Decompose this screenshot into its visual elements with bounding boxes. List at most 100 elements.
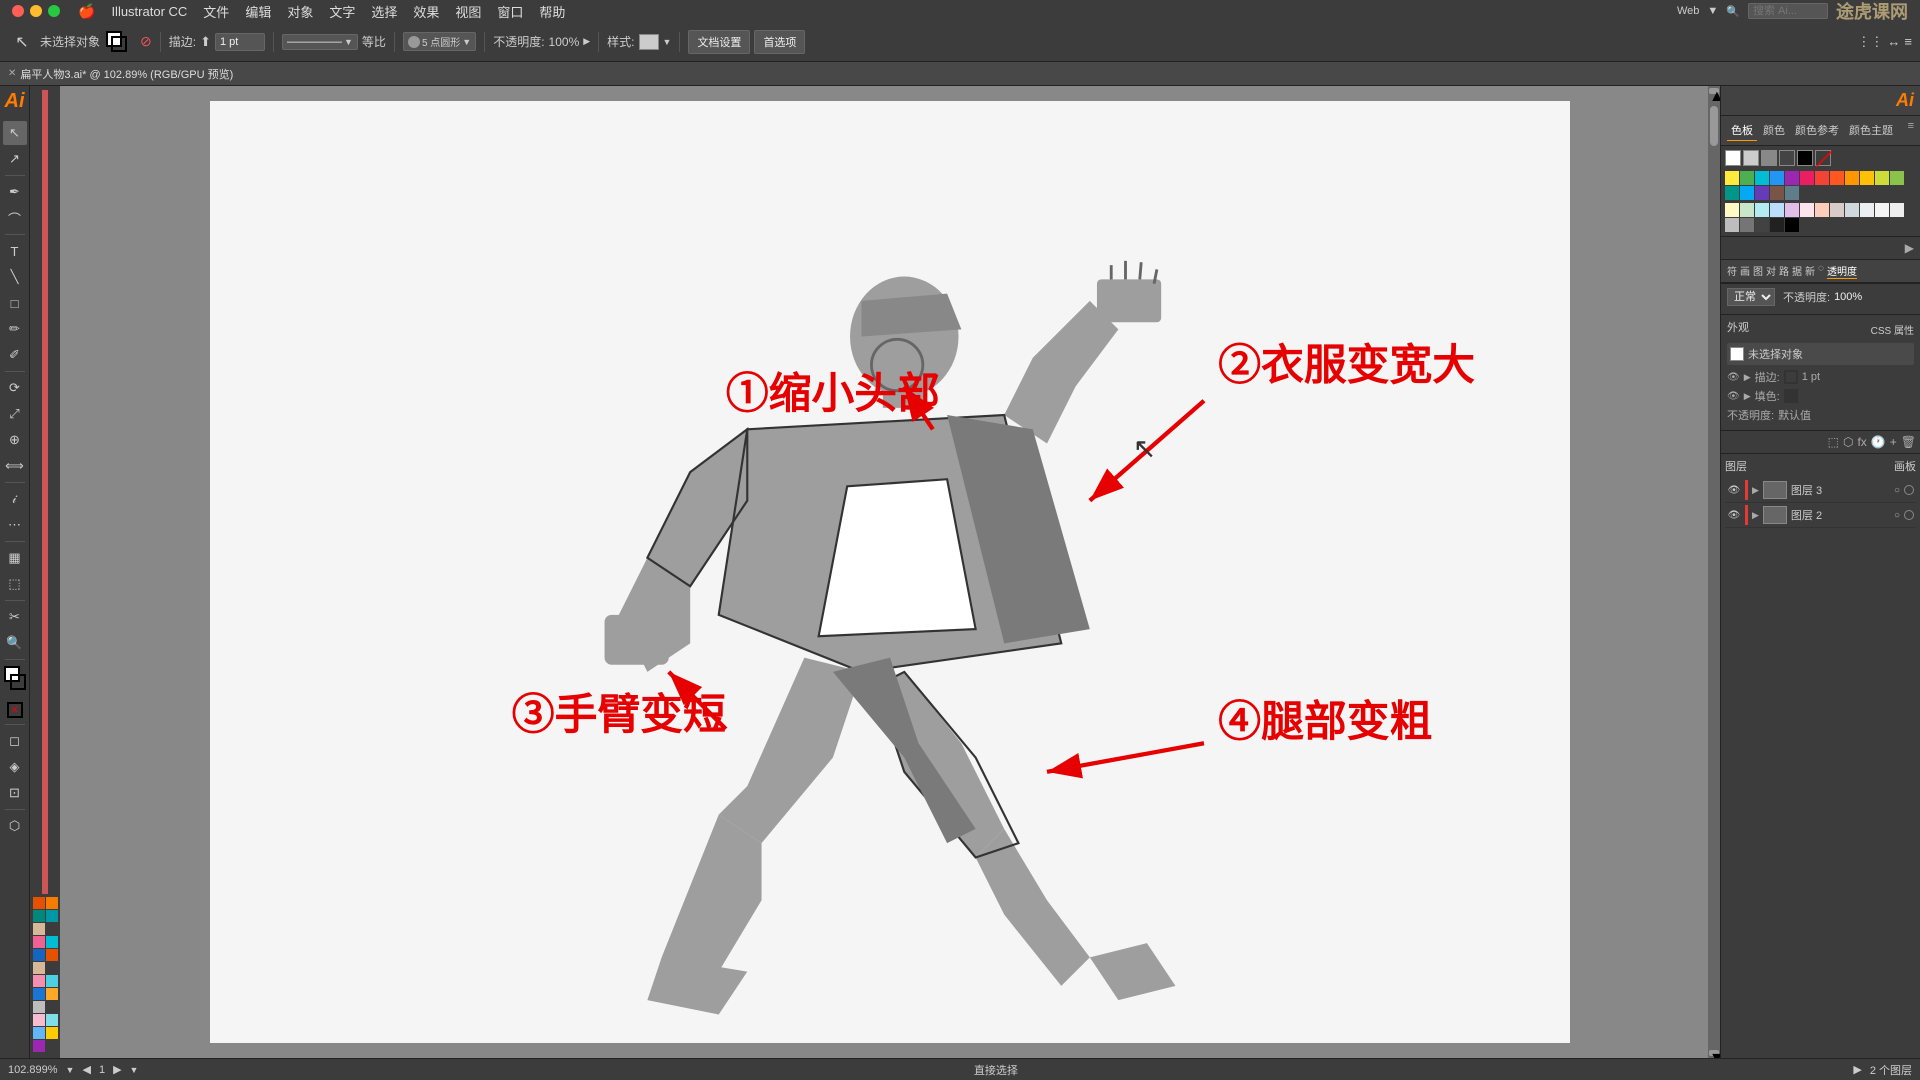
tab-align[interactable]: 对 — [1766, 263, 1776, 279]
layer-2-vis-icon[interactable]: 👁 — [1727, 508, 1741, 522]
ps-pale-brown[interactable] — [1830, 203, 1844, 217]
scale-tool[interactable]: ⤢ — [3, 402, 27, 426]
layer-2-expand-icon[interactable]: ▶ — [1752, 510, 1759, 521]
paintbrush-tool[interactable]: ✏ — [3, 317, 27, 341]
layer-2-target[interactable] — [1904, 510, 1914, 520]
layer-3-vis-icon[interactable]: 👁 — [1727, 483, 1741, 497]
minimize-button[interactable] — [30, 5, 42, 17]
apple-menu[interactable]: 🍎 — [78, 3, 95, 20]
appear-stroke-swatch[interactable] — [1784, 370, 1798, 384]
ps-pale-orange[interactable] — [1815, 203, 1829, 217]
swatch-pink[interactable] — [33, 936, 45, 948]
ps-light-green[interactable] — [1890, 171, 1904, 185]
pen-tool[interactable]: ✒ — [3, 180, 27, 204]
preferences-button[interactable]: 首选项 — [754, 30, 805, 54]
swatch-black[interactable] — [1797, 150, 1813, 166]
menu-illustrator[interactable]: Illustrator CC — [111, 4, 187, 19]
swatch-lightgray[interactable] — [1743, 150, 1759, 166]
swatch-teal[interactable] — [33, 910, 45, 922]
swatch-amber[interactable] — [46, 988, 58, 1000]
nav-next-icon[interactable]: ▶ — [113, 1063, 121, 1076]
panel-bottom-fx[interactable]: fx — [1857, 435, 1866, 449]
ps-black[interactable] — [1785, 218, 1799, 232]
appear-eye-icon2[interactable]: 👁 — [1727, 391, 1740, 402]
panel-bottom-icon-5[interactable]: 🗑 — [1901, 435, 1916, 449]
scroll-up-button[interactable]: ▲ — [1709, 88, 1719, 94]
layer-3-lock-icon[interactable]: ○ — [1894, 485, 1900, 496]
type-tool[interactable]: T — [3, 239, 27, 263]
shape-tool[interactable]: □ — [3, 291, 27, 315]
appear-arrow-icon[interactable]: ▶ — [1744, 372, 1751, 383]
tab-swatches[interactable]: 色板 — [1727, 120, 1757, 141]
ps-blue-grey[interactable] — [1785, 186, 1799, 200]
zoom-chevron[interactable]: ▼ — [66, 1065, 75, 1075]
panel-bottom-icon-3[interactable]: 🕐 — [1871, 435, 1886, 449]
select-tool-icon[interactable]: ↖ — [8, 28, 36, 56]
style-swatch[interactable] — [639, 34, 659, 50]
swatch-cyan[interactable] — [46, 910, 58, 922]
layer-3-target[interactable] — [1904, 485, 1914, 495]
workspace-selector[interactable]: Web — [1677, 5, 1699, 17]
menu-file[interactable]: 文件 — [203, 2, 229, 21]
ps-pink[interactable] — [1800, 171, 1814, 185]
point-style-selector[interactable]: 5 点圆形 ▼ — [403, 32, 476, 51]
swatch-light-cyan[interactable] — [46, 936, 58, 948]
menu-text[interactable]: 文字 — [329, 2, 355, 21]
menu-object[interactable]: 对象 — [287, 2, 313, 21]
panel-bottom-icon-1[interactable]: ⬚ — [1828, 435, 1839, 449]
direct-select-tool[interactable]: ↗ — [3, 147, 27, 171]
swatch-pale-pink[interactable] — [33, 1014, 45, 1026]
swatch-yellow[interactable] — [46, 1027, 58, 1039]
scroll-down-button[interactable]: ▼ — [1709, 1050, 1719, 1056]
doc-settings-button[interactable]: 文档设置 — [688, 30, 750, 54]
menu-window[interactable]: 窗口 — [497, 2, 523, 21]
eyedropper-tool[interactable]: 𝒾 — [3, 487, 27, 511]
ps-deep-orange[interactable] — [1830, 171, 1844, 185]
align-icon[interactable]: ⋮⋮ — [1857, 34, 1883, 50]
css-attr-label[interactable]: CSS 属性 — [1871, 322, 1914, 337]
swatch-skin[interactable] — [33, 923, 45, 935]
ps-light-blue[interactable] — [1740, 186, 1754, 200]
appear-arrow-icon2[interactable]: ▶ — [1744, 391, 1751, 402]
vertical-scrollbar[interactable]: ▲ ▼ — [1708, 86, 1720, 1058]
ps-pale-pink[interactable] — [1800, 203, 1814, 217]
rotate-tool[interactable]: ⟳ — [3, 376, 27, 400]
draw-mode-behind[interactable]: ⊡ — [3, 781, 27, 805]
swatch-grey[interactable] — [33, 1001, 45, 1013]
tab-image[interactable]: 图 — [1753, 263, 1763, 279]
ps-teal[interactable] — [1725, 186, 1739, 200]
swatch-orange-dark[interactable] — [33, 897, 45, 909]
panel-menu-icon[interactable]: ≡ — [1908, 120, 1914, 141]
tab-color-theme[interactable]: 颜色主题 — [1845, 120, 1897, 141]
panel-bottom-icon-2[interactable]: ⬡ — [1843, 435, 1853, 449]
layer-3-name[interactable]: 图层 3 — [1791, 482, 1890, 498]
appear-fill-swatch[interactable] — [1784, 389, 1798, 403]
change-screen-mode[interactable]: ⬡ — [3, 814, 27, 838]
more-icon[interactable]: ≡ — [1904, 34, 1912, 50]
swatch-orange2[interactable] — [46, 949, 58, 961]
puppet-warp-tool[interactable]: ⊕ — [3, 428, 27, 452]
line-tool[interactable]: ╲ — [3, 265, 27, 289]
stroke-value-input[interactable] — [215, 33, 265, 51]
menu-select[interactable]: 选择 — [371, 2, 397, 21]
ps-medium-grey[interactable] — [1725, 218, 1739, 232]
layer-2-name[interactable]: 图层 2 — [1791, 507, 1890, 523]
ps-very-pale[interactable] — [1860, 203, 1874, 217]
ps-pale-yellow[interactable] — [1725, 203, 1739, 217]
menu-edit[interactable]: 编辑 — [245, 2, 271, 21]
none-icon[interactable]: ✕ — [7, 702, 23, 718]
width-tool[interactable]: ⟺ — [3, 454, 27, 478]
ps-green[interactable] — [1740, 171, 1754, 185]
search-input[interactable] — [1748, 3, 1828, 19]
ps-pale-blue[interactable] — [1770, 203, 1784, 217]
ps-pale-green[interactable] — [1740, 203, 1754, 217]
zoom-tool[interactable]: 🔍 — [3, 631, 27, 655]
layer-2-lock-icon[interactable]: ○ — [1894, 510, 1900, 521]
panel-bottom-icon-4[interactable]: + — [1890, 435, 1897, 449]
swatch-blue2[interactable] — [33, 988, 45, 1000]
graph-tool[interactable]: ▦ — [3, 546, 27, 570]
opacity-chevron[interactable]: ▶ — [583, 36, 590, 47]
status-arrow-icon[interactable]: ▶ — [1853, 1063, 1861, 1076]
menu-view[interactable]: 视图 — [455, 2, 481, 21]
ps-pale-grey[interactable] — [1845, 203, 1859, 217]
